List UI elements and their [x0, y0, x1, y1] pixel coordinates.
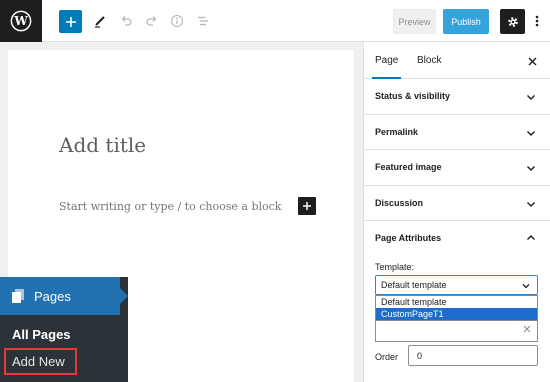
panel-page-attributes: Page Attributes Template: Default templa…: [364, 221, 550, 371]
chevron-down-icon: [527, 166, 535, 171]
plus-icon: [65, 16, 76, 27]
template-label: Template:: [375, 262, 415, 272]
pages-icon: [12, 289, 24, 303]
redo-icon: [146, 16, 157, 26]
panel-permalink[interactable]: Permalink: [364, 115, 550, 150]
template-select[interactable]: Default template: [375, 275, 538, 295]
info-icon: [170, 14, 184, 28]
admin-menu: Pages All Pages Add New: [0, 277, 128, 382]
chevron-down-icon: [527, 130, 535, 136]
tab-block[interactable]: Block: [417, 42, 441, 79]
close-sidebar-button[interactable]: [525, 54, 539, 68]
panel-title: Page Attributes: [375, 233, 442, 243]
panel-title: Status & visibility: [375, 91, 451, 102]
chevron-up-icon: [527, 235, 535, 240]
wordpress-logo-button[interactable]: W: [0, 0, 42, 42]
panel-title: Permalink: [375, 126, 419, 137]
close-icon: [528, 57, 536, 65]
admin-menu-pages[interactable]: Pages: [0, 277, 120, 315]
chevron-down-icon: [527, 201, 535, 207]
inline-add-block-button[interactable]: [298, 197, 316, 215]
clear-icon[interactable]: [523, 325, 531, 333]
template-option[interactable]: Default template: [376, 296, 537, 308]
block-placeholder[interactable]: Start writing or type / to choose a bloc…: [59, 200, 281, 213]
panel-title: Featured image: [375, 162, 442, 173]
admin-submenu-all-pages[interactable]: All Pages: [12, 327, 71, 342]
wordpress-icon: W: [10, 10, 32, 32]
publish-button[interactable]: Publish: [443, 9, 489, 34]
editor-toolbar: W Preview Publish: [0, 0, 550, 42]
post-title-input[interactable]: Add title: [59, 133, 146, 157]
settings-button[interactable]: [500, 9, 525, 34]
svg-text:W: W: [13, 14, 28, 28]
preview-button[interactable]: Preview: [393, 9, 436, 34]
gear-icon: [507, 16, 518, 27]
panel-featured-image[interactable]: Featured image: [364, 150, 550, 186]
panel-title: Discussion: [375, 197, 424, 208]
admin-submenu-add-new[interactable]: Add New: [4, 348, 77, 375]
panel-page-attributes-toggle[interactable]: Page Attributes: [364, 221, 550, 255]
redo-button[interactable]: [140, 9, 164, 33]
list-view-icon: [198, 16, 208, 26]
tools-button[interactable]: [88, 9, 112, 33]
add-block-button[interactable]: [59, 10, 82, 33]
chevron-down-icon: [522, 284, 530, 289]
settings-sidebar: Page Block Status & visibility Permalink…: [363, 42, 550, 382]
template-option-highlighted[interactable]: CustomPageT1: [376, 308, 537, 320]
tab-page[interactable]: Page: [371, 42, 402, 79]
undo-icon: [121, 16, 132, 26]
list-view-button[interactable]: [191, 9, 215, 33]
panel-discussion[interactable]: Discussion: [364, 186, 550, 221]
parent-page-combobox[interactable]: [375, 321, 538, 342]
template-dropdown-list: Default template CustomPageT1: [375, 295, 538, 321]
order-label: Order: [375, 352, 399, 362]
panel-status-visibility[interactable]: Status & visibility: [364, 79, 550, 115]
undo-button[interactable]: [114, 9, 138, 33]
current-menu-arrow: [120, 288, 128, 304]
sidebar-tabs: Page Block: [364, 42, 550, 79]
template-select-value: Default template: [381, 280, 447, 290]
order-input[interactable]: 0: [408, 345, 538, 366]
chevron-down-icon: [527, 95, 535, 100]
more-options-button[interactable]: [528, 9, 546, 33]
more-vertical-icon: [535, 15, 539, 27]
admin-menu-pages-label: Pages: [34, 288, 71, 304]
plus-icon: [303, 202, 311, 210]
pencil-icon: [95, 16, 105, 28]
details-button[interactable]: [165, 9, 189, 33]
